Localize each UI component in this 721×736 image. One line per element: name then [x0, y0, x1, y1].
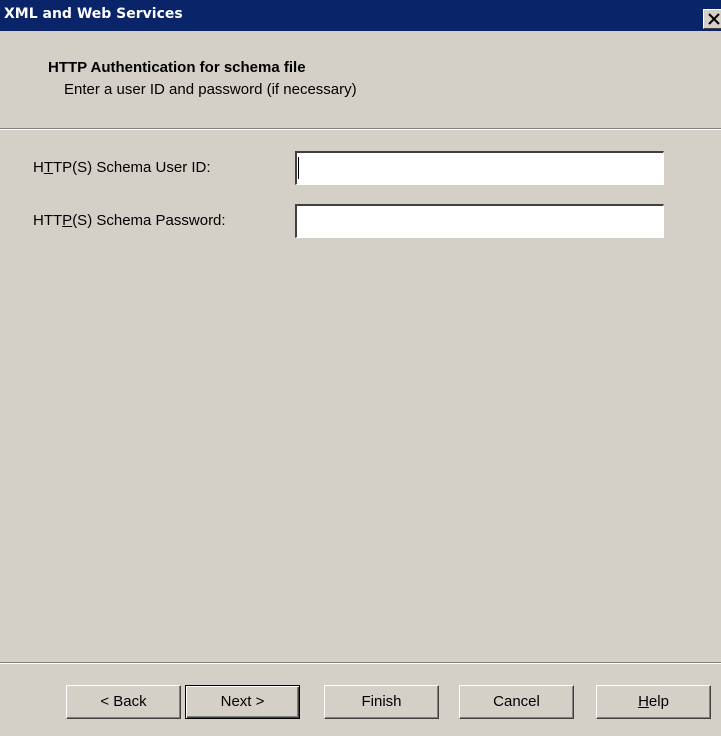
- next-button[interactable]: Next >: [185, 685, 300, 719]
- user-id-label-pre: H: [33, 159, 44, 176]
- help-button[interactable]: Help: [596, 685, 711, 719]
- page-subtitle: Enter a user ID and password (if necessa…: [64, 81, 357, 98]
- close-icon: [708, 13, 720, 25]
- user-id-label: HTTP(S) Schema User ID:: [33, 159, 211, 176]
- page-title: HTTP Authentication for schema file: [48, 59, 306, 76]
- window-title: XML and Web Services: [4, 6, 183, 22]
- password-input[interactable]: [295, 204, 664, 238]
- password-label-accelerator: P: [62, 212, 73, 229]
- header-divider: [0, 128, 721, 130]
- text-caret: [298, 157, 299, 179]
- password-label-pre: HTT: [33, 212, 63, 229]
- title-bar: XML and Web Services: [0, 0, 721, 31]
- help-label-rest: elp: [648, 693, 669, 710]
- help-label-accelerator: H: [638, 693, 649, 710]
- footer-divider: [0, 662, 721, 664]
- user-id-input[interactable]: [295, 151, 664, 185]
- password-label: HTTP(S) Schema Password:: [33, 212, 226, 229]
- back-button[interactable]: < Back: [66, 685, 181, 719]
- cancel-button[interactable]: Cancel: [459, 685, 574, 719]
- finish-button[interactable]: Finish: [324, 685, 439, 719]
- password-label-post: (S) Schema Password:: [72, 212, 226, 229]
- wizard-header: HTTP Authentication for schema file Ente…: [0, 31, 721, 128]
- close-button[interactable]: [703, 9, 721, 29]
- user-id-label-accelerator: T: [43, 159, 54, 176]
- user-id-label-post: TP(S) Schema User ID:: [53, 159, 211, 176]
